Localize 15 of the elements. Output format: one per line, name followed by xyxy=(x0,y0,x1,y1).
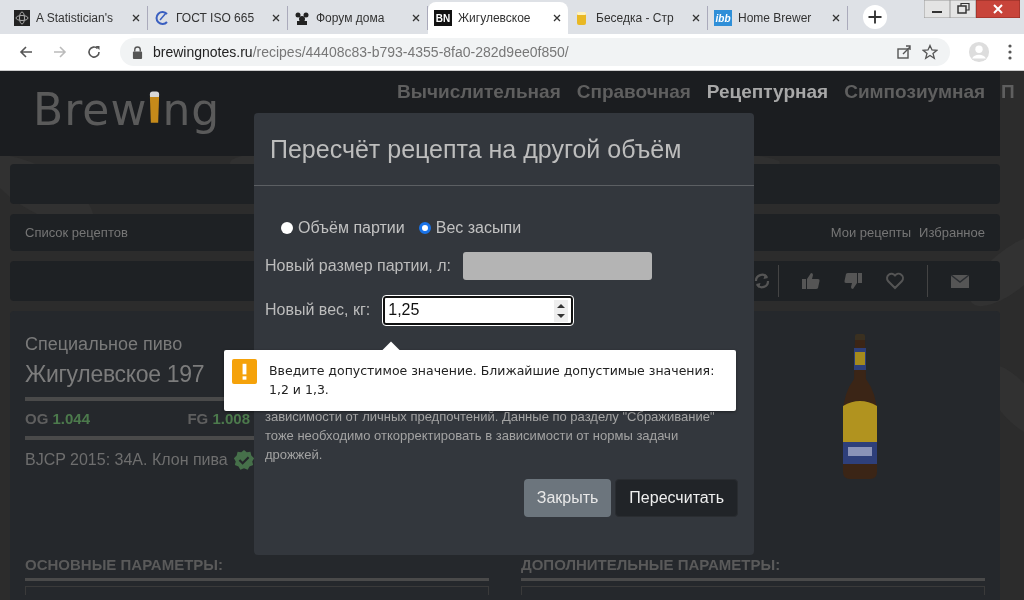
tab-title: Беседка - Стр xyxy=(596,11,674,25)
tab-title: A Statistician's xyxy=(36,11,113,25)
url-text: brewingnotes.ru/recipes/44408c83-b793-4355-8fa0-282d9ee0f850/ xyxy=(153,44,570,60)
browser-tab[interactable]: Беседка - Стр xyxy=(568,6,708,30)
browser-tab[interactable]: A Statistician's xyxy=(8,6,148,30)
tab-title: ГОСТ ISO 665 xyxy=(176,11,255,25)
tab-title: Home Brewer xyxy=(738,11,812,25)
site-logo-icon: BN xyxy=(434,10,452,26)
browser-tab[interactable]: ГОСТ ISO 665 xyxy=(148,6,288,30)
address-bar[interactable]: brewingnotes.ru/recipes/44408c83-b793-4355-8fa0-282d9ee0f850/ xyxy=(120,38,950,66)
browser-tab[interactable]: BN Жигулевское xyxy=(428,2,568,34)
site-logo-icon: ibb xyxy=(714,10,732,26)
browser-tab[interactable]: ibb Home Brewer xyxy=(708,6,848,30)
tab-title: Форум дома xyxy=(316,11,385,25)
tab-title: Жигулевское xyxy=(458,11,531,25)
